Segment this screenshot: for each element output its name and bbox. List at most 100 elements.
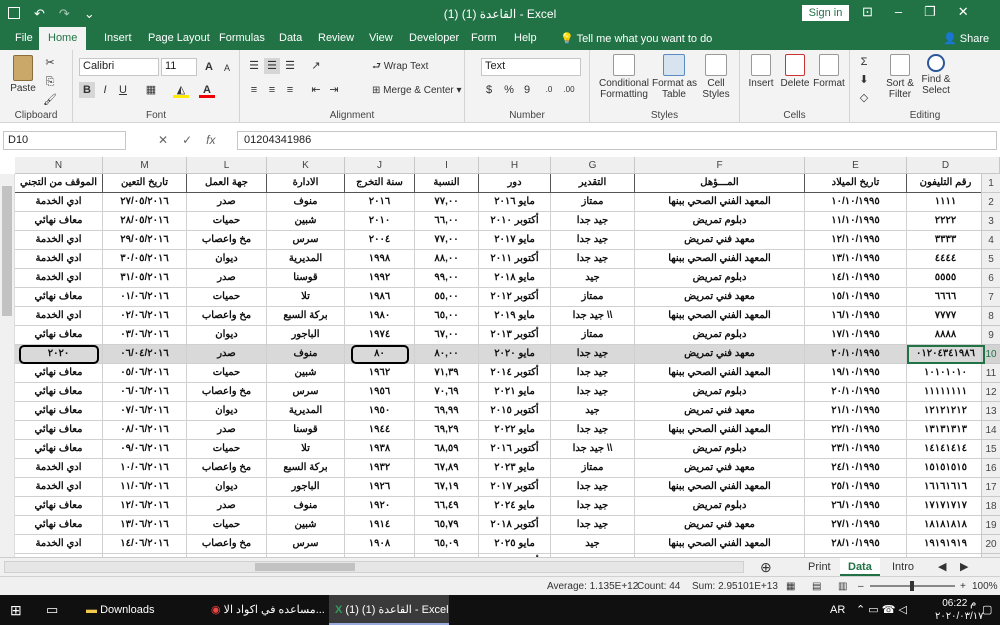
column-header-M[interactable]: M [103,157,187,174]
cell-E17[interactable]: ٢٥/١٠/١٩٩٥ [805,478,907,497]
cell-G3[interactable]: جيد جدا [551,212,635,231]
column-header-D[interactable]: D [907,157,985,174]
vertical-scrollbar[interactable] [0,174,15,558]
cell-L7[interactable]: حميات [187,288,267,307]
cell-L11[interactable]: حميات [187,364,267,383]
tab-form[interactable]: Form [471,32,497,44]
cell-K4[interactable]: سرس [267,231,345,250]
sheet-scroll-left-icon[interactable]: ◀ [930,558,954,576]
cell-K9[interactable]: الباجور [267,326,345,345]
cell-E5[interactable]: ١٣/١٠/١٩٩٥ [805,250,907,269]
cell-J1[interactable]: سنة التخرج [345,174,415,193]
drawn-rectangle-shape[interactable] [351,345,409,364]
cell-I18[interactable]: ٦٦,٤٩ [415,497,479,516]
cell-M14[interactable]: ٠٨/٠٦/٢٠١٦ [103,421,187,440]
cell-N11[interactable]: معاف نهائي [15,364,103,383]
row-header-17[interactable]: 17 [981,478,1000,497]
cell-I12[interactable]: ٧٠,٦٩ [415,383,479,402]
drawn-rectangle-shape[interactable] [19,345,99,364]
cell-F18[interactable]: دبلوم تمريض [635,497,805,516]
cell-M20[interactable]: ١٤/٠٦/٢٠١٦ [103,535,187,554]
percent-icon[interactable]: % [501,82,517,98]
tab-developer[interactable]: Developer [409,32,459,44]
insert-function-icon[interactable]: fx [206,133,215,147]
cell-D19[interactable]: ١٨١٨١٨١٨ [907,516,985,535]
cell-F17[interactable]: المعهد الفني الصحي ببنها [635,478,805,497]
underline-button[interactable]: U [115,82,131,98]
cell-G18[interactable]: جيد جدا [551,497,635,516]
format-cells-button[interactable]: Format [812,54,846,89]
cell-L19[interactable]: حميات [187,516,267,535]
cell-F12[interactable]: دبلوم تمريض [635,383,805,402]
cell-L8[interactable]: مخ واعصاب [187,307,267,326]
cell-H3[interactable]: أكتوبر ٢٠١٠ [479,212,551,231]
row-header-2[interactable]: 2 [981,193,1000,212]
align-left-icon[interactable]: ≡ [246,82,262,98]
tab-insert[interactable]: Insert [104,32,132,44]
cell-L9[interactable]: ديوان [187,326,267,345]
cell-H9[interactable]: أكتوبر ٢٠١٣ [479,326,551,345]
cell-M18[interactable]: ١٢/٠٦/٢٠١٦ [103,497,187,516]
cell-K5[interactable]: المديرية [267,250,345,269]
share-button[interactable]: 👤 Share [943,32,989,45]
cell-I7[interactable]: ٥٥,٠٠ [415,288,479,307]
horizontal-scrollbar[interactable] [4,561,744,573]
cell-M6[interactable]: ٣١/٠٥/٢٠١٦ [103,269,187,288]
cell-G7[interactable]: ممتاز [551,288,635,307]
cell-F11[interactable]: المعهد الفني الصحي ببنها [635,364,805,383]
cell-N17[interactable]: ادي الخدمة [15,478,103,497]
cell-E4[interactable]: ١٢/١٠/١٩٩٥ [805,231,907,250]
cell-D15[interactable]: ١٤١٤١٤١٤ [907,440,985,459]
cell-L18[interactable]: صدر [187,497,267,516]
cell-L13[interactable]: ديوان [187,402,267,421]
row-header-12[interactable]: 12 [981,383,1000,402]
bold-button[interactable]: B [79,82,95,98]
cell-J15[interactable]: ١٩٣٨ [345,440,415,459]
cell-K2[interactable]: منوف [267,193,345,212]
cell-M3[interactable]: ٢٨/٠٥/٢٠١٦ [103,212,187,231]
comma-style-icon[interactable]: 9 [519,82,535,98]
cell-J6[interactable]: ١٩٩٢ [345,269,415,288]
cell-D14[interactable]: ١٣١٣١٣١٣ [907,421,985,440]
row-header-3[interactable]: 3 [981,212,1000,231]
sheet-tab-print[interactable]: Print [800,558,839,576]
conditional-formatting-button[interactable]: Conditional Formatting [598,54,650,100]
row-header-11[interactable]: 11 [981,364,1000,383]
column-header-N[interactable]: N [15,157,103,174]
cell-M8[interactable]: ٠٢/٠٦/٢٠١٦ [103,307,187,326]
cell-M10[interactable]: ٠٦/٠٤/٢٠١٦ [103,345,187,364]
column-header-J[interactable]: J [345,157,415,174]
cell-M12[interactable]: ٠٦/٠٦/٢٠١٦ [103,383,187,402]
cell-N4[interactable]: ادي الخدمة [15,231,103,250]
cell-H19[interactable]: أكتوبر ٢٠١٨ [479,516,551,535]
cell-I9[interactable]: ٦٧,٠٠ [415,326,479,345]
cell-H18[interactable]: مايو ٢٠٢٤ [479,497,551,516]
cell-D11[interactable]: ١٠١٠١٠١٠ [907,364,985,383]
cell-N15[interactable]: معاف نهائي [15,440,103,459]
cell-F15[interactable]: دبلوم تمريض [635,440,805,459]
cell-E1[interactable]: تاريخ الميلاد [805,174,907,193]
cell-L1[interactable]: جهة العمل [187,174,267,193]
cell-D4[interactable]: ٣٣٣٣ [907,231,985,250]
horizontal-scroll-thumb[interactable] [255,563,355,571]
row-header-15[interactable]: 15 [981,440,1000,459]
cell-M4[interactable]: ٢٩/٠٥/٢٠١٦ [103,231,187,250]
cell-J3[interactable]: ٢٠١٠ [345,212,415,231]
windows-start-icon[interactable]: ⊞ [10,595,22,625]
cell-K3[interactable]: شبين [267,212,345,231]
cell-J14[interactable]: ١٩٤٤ [345,421,415,440]
cell-H10[interactable]: مايو ٢٠٢٠ [479,345,551,364]
grow-font-icon[interactable]: A [201,59,217,75]
format-as-table-button[interactable]: Format as Table [652,54,697,100]
align-center-icon[interactable]: ≡ [264,82,280,98]
cell-I11[interactable]: ٧١,٣٩ [415,364,479,383]
row-header-4[interactable]: 4 [981,231,1000,250]
cell-N9[interactable]: معاف نهائي [15,326,103,345]
cell-I4[interactable]: ٧٧,٠٠ [415,231,479,250]
shrink-font-icon[interactable]: A [219,60,235,76]
cell-J8[interactable]: ١٩٨٠ [345,307,415,326]
cell-E12[interactable]: ٢٠/١٠/١٩٩٥ [805,383,907,402]
column-header-H[interactable]: H [479,157,551,174]
cell-K1[interactable]: الادارة [267,174,345,193]
cell-H4[interactable]: مايو ٢٠١٧ [479,231,551,250]
